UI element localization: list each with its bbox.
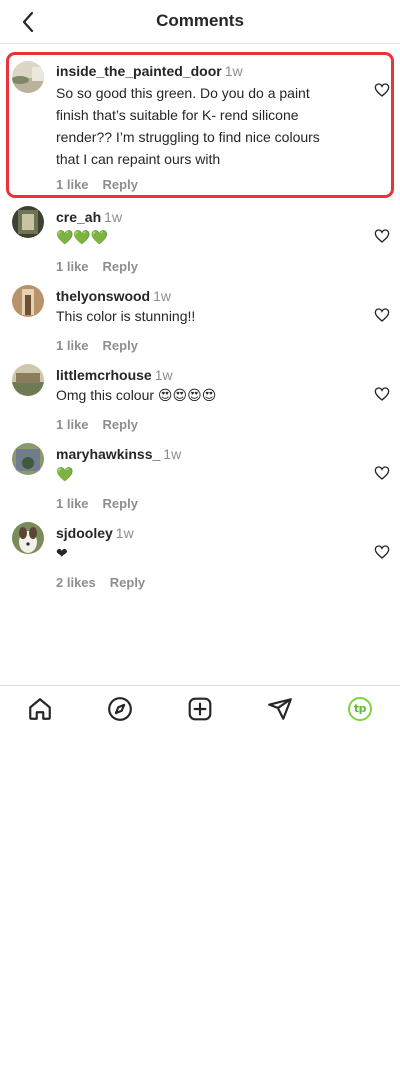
avatar[interactable]	[12, 522, 44, 554]
comment-timestamp: 1w	[154, 367, 173, 383]
comment-text: So so good this green. Do you do a paint…	[56, 85, 320, 167]
comment-username[interactable]: cre_ah	[56, 209, 101, 225]
avatar[interactable]	[12, 364, 44, 396]
comment-likes[interactable]: 1 like	[56, 417, 89, 432]
comment-text: 💚💚💚	[56, 229, 109, 245]
comment-username[interactable]: maryhawkinss_	[56, 446, 160, 462]
reply-button[interactable]: Reply	[103, 417, 138, 432]
reply-button[interactable]: Reply	[110, 575, 145, 590]
heart-icon[interactable]	[374, 82, 390, 98]
comment-item: thelyonswood 1w This color is stunning!! …	[0, 283, 400, 362]
comment-likes[interactable]: 2 likes	[56, 575, 96, 590]
comment-likes[interactable]: 1 like	[56, 177, 89, 192]
avatar[interactable]	[12, 206, 44, 238]
avatar[interactable]	[12, 443, 44, 475]
new-post-icon	[188, 697, 212, 720]
reply-button[interactable]: Reply	[103, 177, 138, 192]
comment-timestamp: 1w	[163, 446, 182, 462]
heart-icon[interactable]	[374, 228, 390, 244]
comment-username[interactable]: thelyonswood	[56, 288, 150, 304]
comment-text: ❤	[56, 545, 68, 561]
comment-likes[interactable]: 1 like	[56, 259, 89, 274]
comment-item: inside_the_painted_door 1w So so good thi…	[0, 52, 400, 198]
nav-profile[interactable]: tp	[340, 689, 380, 729]
nav-home[interactable]	[20, 689, 60, 729]
comment-likes[interactable]: 1 like	[56, 496, 89, 511]
header-bar: Comments	[0, 0, 400, 44]
bottom-navigation: tp	[0, 685, 400, 731]
avatar[interactable]	[12, 285, 44, 317]
reply-button[interactable]: Reply	[103, 259, 138, 274]
avatar[interactable]	[12, 61, 44, 93]
nav-direct[interactable]	[260, 689, 300, 729]
reply-button[interactable]: Reply	[103, 496, 138, 511]
reply-button[interactable]: Reply	[103, 338, 138, 353]
comments-screen: Comments inside_the_painted_door 1w So so…	[0, 0, 400, 1080]
nav-new-post[interactable]	[180, 689, 220, 729]
comment-timestamp: 1w	[115, 525, 134, 541]
comment-username[interactable]: inside_the_painted_door	[56, 63, 222, 79]
comment-likes[interactable]: 1 like	[56, 338, 89, 353]
comment-timestamp: 1w	[224, 63, 243, 79]
nav-explore[interactable]	[100, 689, 140, 729]
comment-text: Omg this colour 😍😍😍😍	[56, 387, 217, 403]
comments-list: inside_the_painted_door 1w So so good thi…	[0, 52, 400, 599]
comment-text: 💚	[56, 466, 74, 482]
comment-item: sjdooley 1w ❤ 2 likes Reply	[0, 520, 400, 599]
page-title: Comments	[156, 11, 244, 30]
heart-icon[interactable]	[374, 544, 390, 560]
direct-message-icon	[268, 697, 292, 720]
comment-item: maryhawkinss_ 1w 💚 1 like Reply	[0, 441, 400, 520]
profile-icon: tp	[348, 696, 372, 721]
explore-compass-icon	[108, 696, 132, 721]
comment-username[interactable]: littlemcrhouse	[56, 367, 152, 383]
heart-icon[interactable]	[374, 307, 390, 323]
comment-item: littlemcrhouse 1w Omg this colour 😍😍😍😍 1 …	[0, 362, 400, 441]
comment-username[interactable]: sjdooley	[56, 525, 113, 541]
heart-icon[interactable]	[374, 386, 390, 402]
home-icon	[29, 697, 51, 720]
comment-timestamp: 1w	[153, 288, 172, 304]
comment-item: cre_ah 1w 💚💚💚 1 like Reply	[0, 204, 400, 283]
heart-icon[interactable]	[374, 465, 390, 481]
comment-text: This color is stunning!!	[56, 308, 196, 324]
comment-timestamp: 1w	[104, 209, 123, 225]
